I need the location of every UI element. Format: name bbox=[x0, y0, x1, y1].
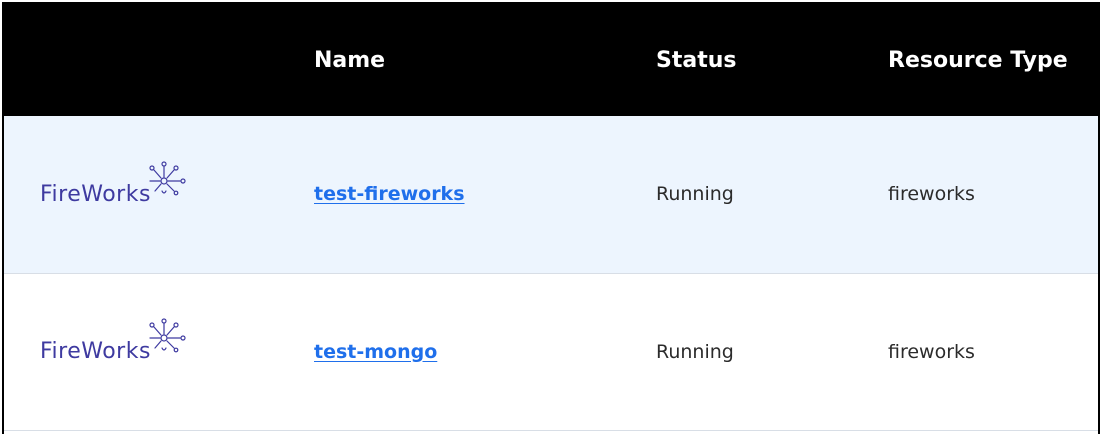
logo-cell: FireWorks bbox=[4, 273, 312, 430]
column-header-resource-type[interactable]: Resource Type bbox=[886, 4, 1098, 116]
logo-text: FireWorks bbox=[40, 339, 151, 364]
column-header-name[interactable]: Name bbox=[312, 4, 654, 116]
resource-link-test-mongo[interactable]: test-mongo bbox=[314, 341, 437, 363]
table-body: FireWorks test-fireworks Running firewor… bbox=[4, 116, 1098, 430]
column-header-status[interactable]: Status bbox=[654, 4, 886, 116]
table-row: FireWorks bbox=[4, 116, 1098, 273]
fireworks-burst-icon bbox=[149, 161, 186, 196]
fireworks-burst-icon bbox=[149, 318, 186, 353]
table-header: Name Status Resource Type bbox=[4, 4, 1098, 116]
name-cell: test-fireworks bbox=[312, 116, 654, 273]
column-header-logo bbox=[4, 4, 312, 116]
resource-type-cell: fireworks bbox=[888, 340, 975, 363]
resource-table-frame: Name Status Resource Type FireWorks test… bbox=[2, 2, 1100, 434]
logo-text: FireWorks bbox=[40, 181, 151, 207]
table-row: FireWorks bbox=[4, 273, 1098, 430]
resource-link-test-fireworks[interactable]: test-fireworks bbox=[314, 183, 465, 205]
resource-table: Name Status Resource Type FireWorks test… bbox=[4, 4, 1098, 431]
status-cell: Running bbox=[656, 183, 734, 206]
status-cell: Running bbox=[656, 340, 734, 363]
name-cell: test-mongo bbox=[312, 273, 654, 430]
resource-type-cell: fireworks bbox=[888, 183, 975, 206]
logo-cell: FireWorks bbox=[4, 116, 312, 273]
table-header-row: Name Status Resource Type bbox=[4, 4, 1098, 116]
fireworks-logo-icon: FireWorks bbox=[40, 316, 200, 368]
fireworks-logo-icon: FireWorks bbox=[40, 159, 200, 211]
